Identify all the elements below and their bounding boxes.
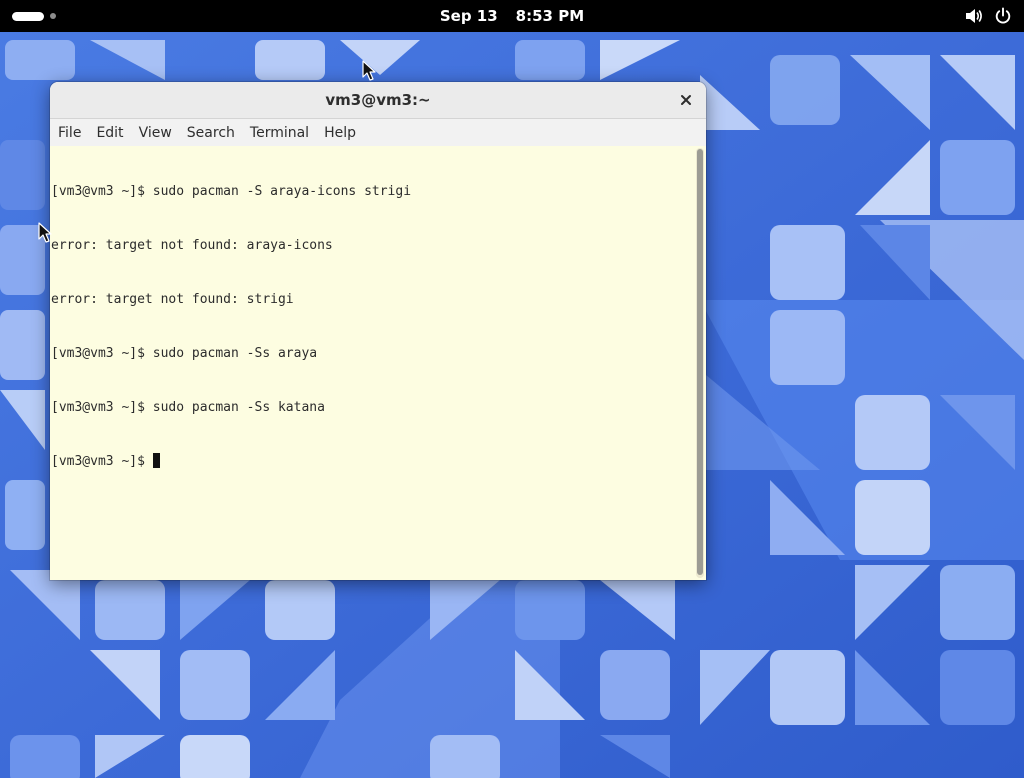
volume-icon — [966, 9, 982, 23]
scrollbar-thumb[interactable] — [697, 149, 703, 575]
clock[interactable]: Sep 13 8:53 PM — [0, 0, 1024, 32]
menu-file[interactable]: File — [58, 125, 81, 141]
mouse-pointer-icon — [362, 60, 376, 81]
window-title: vm3@vm3:~ — [325, 91, 431, 109]
terminal-window[interactable]: vm3@vm3:~ File Edit View Search Terminal… — [50, 82, 706, 580]
menu-bar: File Edit View Search Terminal Help — [50, 119, 706, 146]
menu-edit[interactable]: Edit — [96, 125, 123, 141]
window-titlebar[interactable]: vm3@vm3:~ — [50, 82, 706, 119]
terminal-line: [vm3@vm3 ~]$ sudo pacman -Ss araya — [51, 346, 318, 361]
desktop-screen: Sep 13 8:53 PM vm3@vm3:~ File Edit View … — [0, 0, 1024, 778]
workspace-dot-icon — [50, 13, 56, 19]
system-menu-button[interactable] — [964, 6, 1012, 26]
menu-view[interactable]: View — [139, 125, 172, 141]
menu-help[interactable]: Help — [324, 125, 356, 141]
terminal-prompt-line[interactable]: [vm3@vm3 ~]$ — [51, 453, 691, 471]
clock-date[interactable]: Sep 13 — [440, 7, 498, 25]
menu-terminal[interactable]: Terminal — [250, 125, 309, 141]
top-bar: Sep 13 8:53 PM — [0, 0, 1024, 32]
terminal-line: [vm3@vm3 ~]$ sudo pacman -S araya-icons … — [51, 184, 412, 199]
activities-pill-icon — [12, 11, 44, 21]
terminal-area[interactable]: [vm3@vm3 ~]$ sudo pacman -S araya-icons … — [50, 146, 706, 580]
close-icon — [681, 95, 691, 105]
terminal-prompt: [vm3@vm3 ~]$ — [51, 454, 153, 469]
terminal-line: error: target not found: strigi — [51, 292, 294, 307]
mouse-pointer-icon — [38, 222, 52, 243]
power-icon — [995, 7, 1011, 24]
menu-search[interactable]: Search — [187, 125, 235, 141]
terminal-output[interactable]: [vm3@vm3 ~]$ sudo pacman -S araya-icons … — [51, 147, 691, 507]
terminal-line: error: target not found: araya-icons — [51, 238, 333, 253]
text-cursor — [152, 453, 160, 468]
activities-button[interactable] — [12, 10, 56, 22]
scrollbar[interactable] — [696, 148, 704, 578]
clock-time[interactable]: 8:53 PM — [516, 7, 584, 25]
terminal-line: [vm3@vm3 ~]$ sudo pacman -Ss katana — [51, 400, 325, 415]
close-button[interactable] — [676, 90, 696, 110]
